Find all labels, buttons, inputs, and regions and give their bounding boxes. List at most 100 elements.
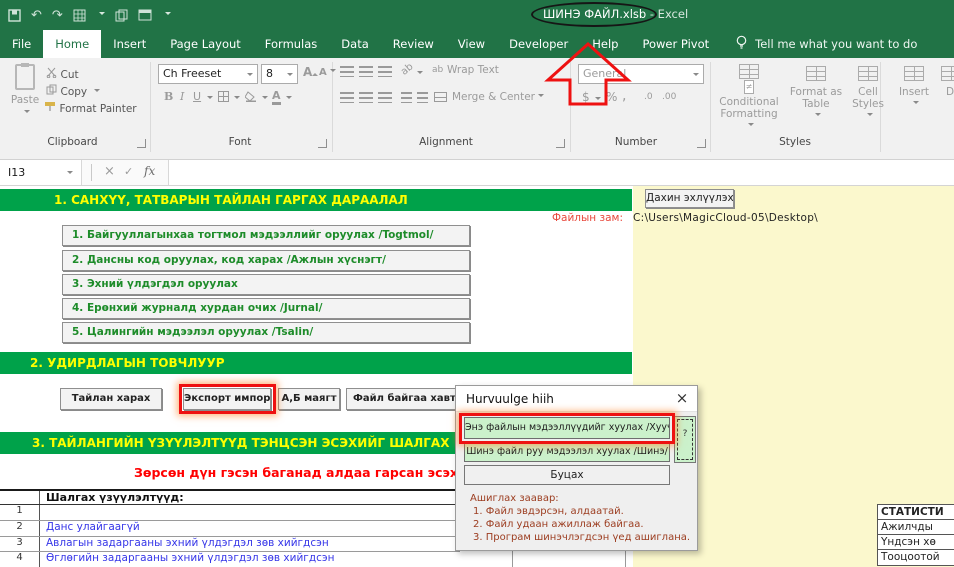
grid-tool-icon[interactable] [73,9,86,22]
format-as-table-button[interactable]: Format as Table [788,64,844,132]
ab-form-button[interactable]: А,Б маягт [278,388,340,410]
grid-tool-dropdown-icon[interactable] [99,12,105,18]
align-top-icon[interactable] [340,66,354,77]
font-name-combo[interactable]: Ch Freeset [158,64,258,84]
tab-insert[interactable]: Insert [101,30,158,58]
bold-button[interactable]: B [164,90,173,103]
align-right-icon[interactable] [378,92,392,103]
font-dialog-launcher-icon[interactable] [318,139,327,148]
align-center-icon[interactable] [359,92,373,103]
copy-new-file-button[interactable]: Шинэ файл руу мэдээлэл хуулах /Шинэ/ [464,442,670,462]
tell-me-box[interactable]: Tell me what you want to do [735,30,917,58]
table-tool-icon[interactable] [138,9,152,21]
paste-button[interactable]: Paste [8,64,42,119]
delete-cells-button[interactable]: D [940,64,954,132]
merge-center-button[interactable]: Merge & Center [452,91,544,103]
undo-icon[interactable]: ↶ [31,9,42,22]
dialog-help-button[interactable]: ? [674,416,696,463]
comma-button[interactable]: , [622,88,626,104]
check-item-link[interactable]: Данс улайгаагүй [40,521,460,536]
cancel-icon[interactable]: × [104,164,115,179]
view-report-button[interactable]: Тайлан харах [60,388,162,410]
redo-icon[interactable]: ↷ [52,9,63,22]
format-painter-button[interactable]: Format Painter [44,101,137,115]
underline-button[interactable]: U [193,90,201,103]
number-dialog-launcher-icon[interactable] [697,139,706,148]
cut-button[interactable]: Cut [46,67,79,81]
borders-icon[interactable] [218,91,229,102]
align-middle-icon[interactable] [359,66,373,77]
name-box[interactable]: I13 [0,160,82,185]
percent-button[interactable]: % [606,90,617,104]
wrap-text-button[interactable]: Wrap Text [447,64,499,76]
step4-button[interactable]: 4. Ерөнхий журналд хурдан очих /Jurnal/ [62,298,470,319]
check-item-link[interactable]: Өглөгийн задаргааны эхний үлдэгдэл зөв х… [40,552,460,567]
font-size-combo[interactable]: 8 [261,64,298,84]
font-color-dropdown-icon[interactable] [286,96,292,102]
orientation-icon[interactable]: ab [399,61,416,77]
tab-data[interactable]: Data [329,30,380,58]
step1-button[interactable]: 1. Байгууллагынхаа тогтмол мэдээллийг ор… [62,225,470,246]
currency-button[interactable]: $ [582,90,590,104]
tab-review[interactable]: Review [381,30,446,58]
export-import-button[interactable]: Экспорт импорт [183,388,271,410]
tab-power-pivot[interactable]: Power Pivot [630,30,721,58]
decrease-decimal-icon[interactable]: .00 [662,92,676,102]
tab-view[interactable]: View [446,30,497,58]
tab-help[interactable]: Help [580,30,630,58]
number-format-combo[interactable]: General [578,64,704,84]
currency-dropdown-icon[interactable] [595,97,601,103]
italic-button[interactable]: I [180,90,184,103]
qat-customize-icon[interactable] [165,12,171,18]
step2-button[interactable]: 2. Дансны код оруулах, код харах /Ажлын … [62,250,470,271]
conditional-formatting-button[interactable]: ≠ Conditional Formatting [716,64,782,132]
fx-icon[interactable]: fx [144,164,155,178]
decrease-indent-icon[interactable] [401,92,412,103]
wrap-text-icon: ab [432,65,443,75]
save-icon[interactable] [8,9,21,22]
increase-decimal-icon[interactable]: .0 [644,92,653,102]
orientation-dropdown-icon[interactable] [417,71,423,77]
dialog-title: Hurvuulge hiih [456,386,697,412]
open-folder-button[interactable]: Файл байгаа хавтас руу [346,388,470,410]
window-title: ШИНЭ ФАЙЛ.xlsb - Excel [543,7,688,21]
check-item-cell [40,505,460,520]
copy-tool-icon[interactable] [115,9,128,22]
tab-home[interactable]: Home [43,30,101,58]
copy-old-file-button[interactable]: Энэ файлын мэдээллүүдийг хуулах /Хуучин/ [464,417,670,439]
align-bottom-icon[interactable] [378,66,392,77]
grow-font-button[interactable]: A [303,65,318,79]
fill-color-icon[interactable] [245,91,257,105]
insert-cells-button[interactable]: Insert [892,64,936,132]
shrink-font-button[interactable]: A [319,67,336,78]
restart-button[interactable]: Дахин эхлүүлэх [645,189,734,208]
name-box-dropdown-icon[interactable] [67,171,73,177]
step5-button[interactable]: 5. Цалингийн мэдээлэл оруулах /Tsalin/ [62,322,470,343]
number-group-label: Number [571,136,701,148]
table-header-cell: Шалгах үзүүлэлтүүд: [40,491,460,504]
formula-input[interactable] [168,160,954,185]
enter-icon[interactable]: ✓ [124,165,133,178]
align-left-icon[interactable] [340,92,354,103]
name-box-value: I13 [8,166,25,179]
check-item-link[interactable]: Авлагын задаргааны эхний үлдэгдэл зөв хи… [40,537,460,551]
copy-button[interactable]: Copy [46,84,100,98]
increase-indent-icon[interactable] [417,92,428,103]
cell-styles-button[interactable]: Cell Styles [846,64,890,132]
clipboard-dialog-launcher-icon[interactable] [137,139,146,148]
borders-dropdown-icon[interactable] [234,96,240,102]
alignment-dialog-launcher-icon[interactable] [556,139,565,148]
instruction-line: 3. Програм шинэчлэгдсэн үед ашиглана. [470,531,690,544]
underline-dropdown-icon[interactable] [207,96,213,102]
tab-developer[interactable]: Developer [497,30,580,58]
stats-header: СТАТИСТИ [878,505,954,520]
fill-color-dropdown-icon[interactable] [262,96,268,102]
step3-button[interactable]: 3. Эхний үлдэгдэл оруулах [62,274,470,295]
dialog-back-button[interactable]: Буцах [464,465,670,485]
tab-formulas[interactable]: Formulas [253,30,330,58]
tell-me-label: Tell me what you want to do [755,37,917,51]
tab-page-layout[interactable]: Page Layout [158,30,253,58]
font-color-button[interactable]: A [272,89,281,105]
dialog-close-icon[interactable]: × [673,386,691,412]
tab-file[interactable]: File [0,30,43,58]
